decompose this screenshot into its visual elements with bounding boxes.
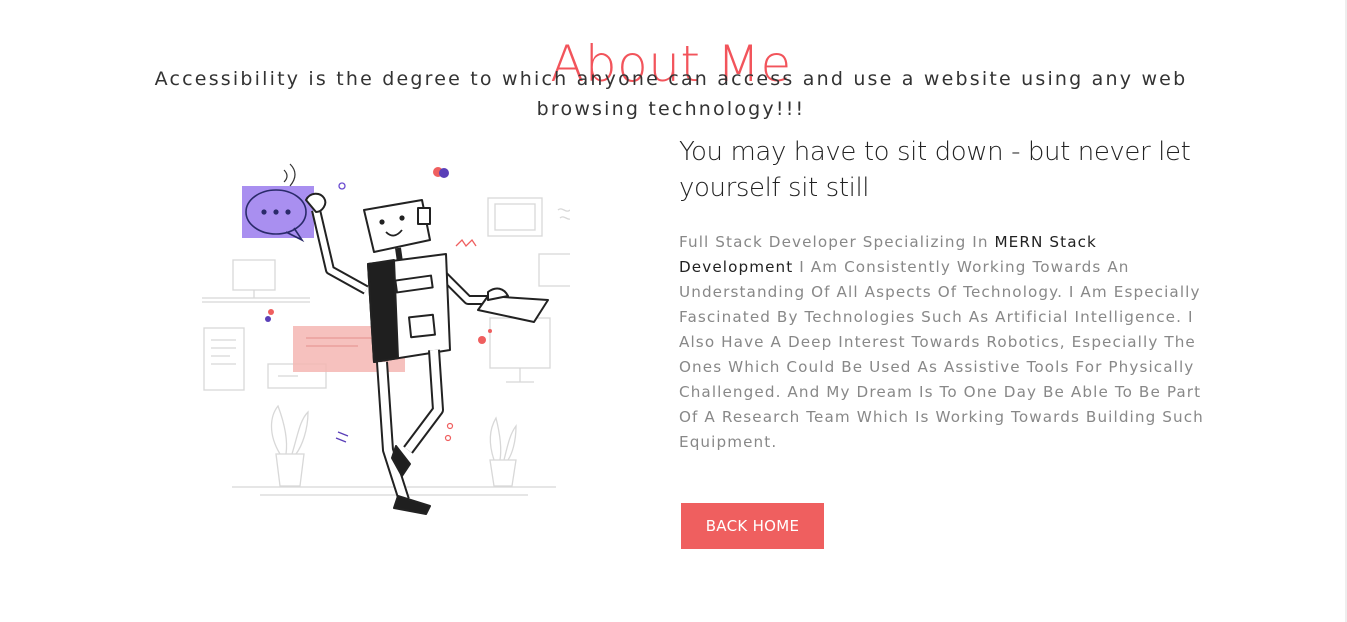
bio-intro: Full Stack Developer Specializing In xyxy=(679,233,995,251)
about-content: You may have to sit down - but never let… xyxy=(679,134,1224,470)
bio-rest: I Am Consistently Working Towards An Und… xyxy=(679,258,1204,451)
page-subtitle: Accessibility is the degree to which any… xyxy=(154,68,1188,120)
about-page: About Me Accessibility is the degree to … xyxy=(0,0,1347,622)
bio-paragraph: Full Stack Developer Specializing In MER… xyxy=(679,230,1214,455)
robot-illustration xyxy=(198,150,584,520)
quote-heading: You may have to sit down - but never let… xyxy=(679,137,1191,203)
back-home-button[interactable]: BACK HOME xyxy=(681,503,824,549)
